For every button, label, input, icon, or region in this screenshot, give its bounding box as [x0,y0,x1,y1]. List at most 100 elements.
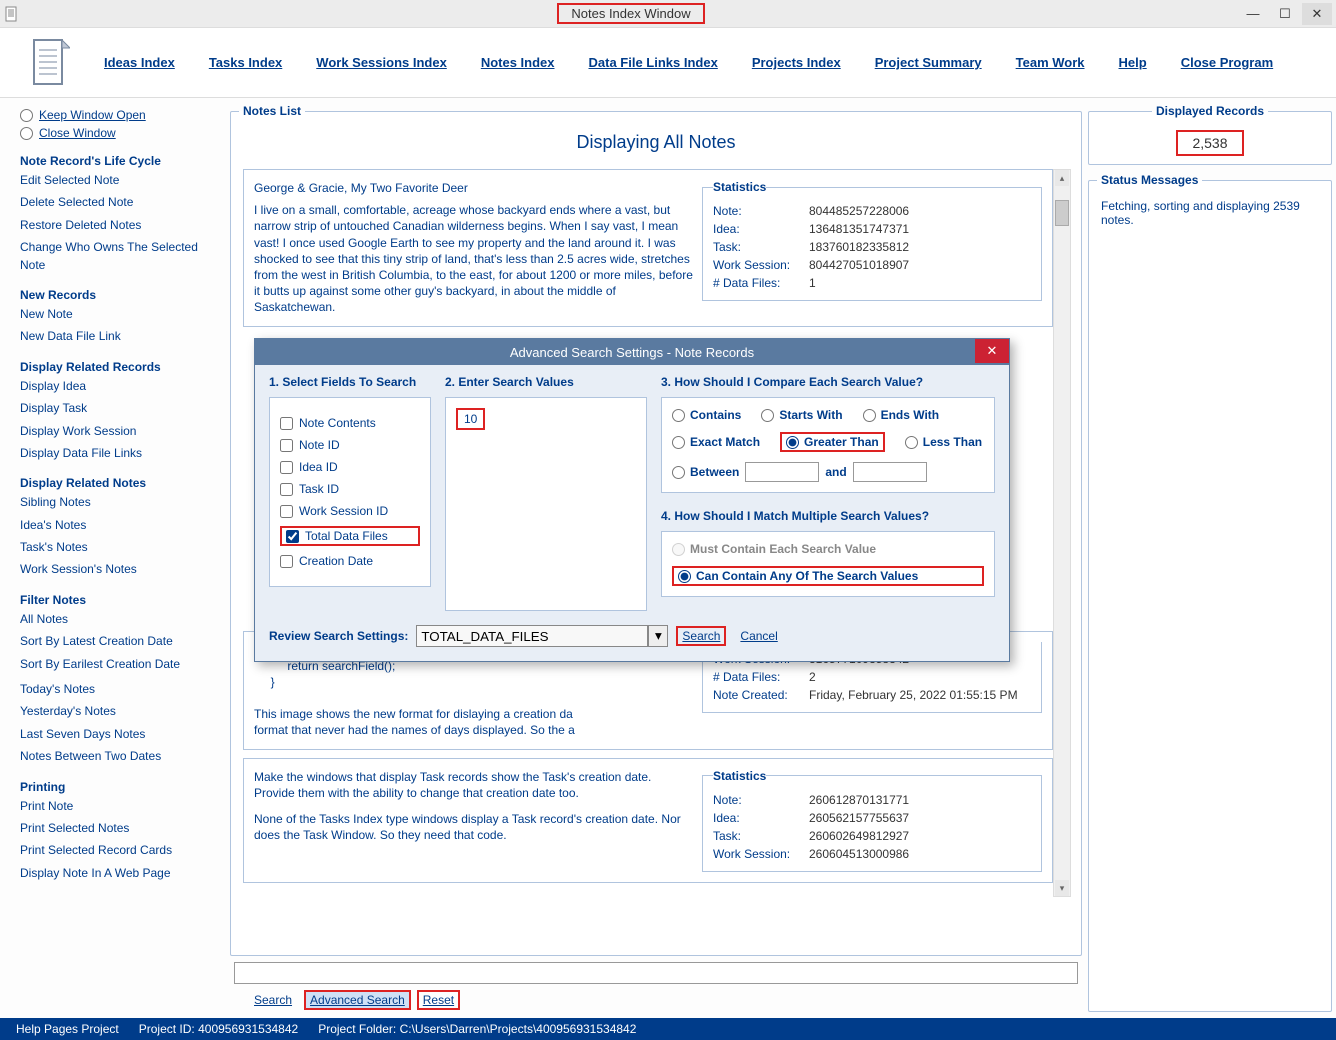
radio-between[interactable]: Between [672,465,739,479]
notes-heading: Displaying All Notes [239,132,1073,153]
chk-note-id[interactable]: Note ID [280,438,420,452]
link-print-selected-notes[interactable]: Print Selected Notes [20,820,218,837]
link-sibling-notes[interactable]: Sibling Notes [20,494,218,511]
between-from-input[interactable] [745,462,819,482]
footer-help[interactable]: Help Pages Project [16,1022,119,1036]
link-tasks-notes[interactable]: Task's Notes [20,539,218,556]
nav-close-program[interactable]: Close Program [1181,55,1273,70]
link-print-selected-record-cards[interactable]: Print Selected Record Cards [20,842,218,859]
chk-task-id[interactable]: Task ID [280,482,420,496]
quick-search-input[interactable] [234,962,1078,984]
radio-greater-than[interactable]: Greater Than [780,432,885,452]
footer-project-folder: C:\Users\Darren\Projects\400956931534842 [400,1022,637,1036]
advanced-search-dialog: Advanced Search Settings - Note Records … [254,338,1010,662]
chk-total-data-files[interactable]: Total Data Files [280,526,420,546]
nav-notes-index[interactable]: Notes Index [481,55,555,70]
status-messages-box: Status Messages Fetching, sorting and di… [1088,173,1332,1012]
link-edit-selected-note[interactable]: Edit Selected Note [20,172,218,189]
link-display-task[interactable]: Display Task [20,400,218,417]
search-value[interactable]: 10 [456,408,485,430]
chk-creation-date[interactable]: Creation Date [280,554,420,568]
link-display-idea[interactable]: Display Idea [20,378,218,395]
maximize-button[interactable]: ☐ [1270,3,1300,25]
radio-contains[interactable]: Contains [672,408,741,422]
nav-tasks-index[interactable]: Tasks Index [209,55,282,70]
between-to-input[interactable] [853,462,927,482]
dialog-cancel-button[interactable]: Cancel [734,627,783,645]
radio-must-contain-each: Must Contain Each Search Value [672,542,984,556]
chk-idea-id[interactable]: Idea ID [280,460,420,474]
link-display-note-in-web-page[interactable]: Display Note In A Web Page [20,865,218,882]
radio-starts-with[interactable]: Starts With [761,408,842,422]
radio-ends-with[interactable]: Ends With [863,408,940,422]
status-footer: Help Pages Project Project ID: 400956931… [0,1018,1336,1040]
window-title: Notes Index Window [557,3,704,24]
section-select-fields: 1. Select Fields To Search [269,375,431,389]
dialog-search-button[interactable]: Search [676,626,726,646]
notes-list-legend: Notes List [239,104,305,118]
link-new-note[interactable]: New Note [20,306,218,323]
close-window-radio[interactable]: Close Window [20,126,218,140]
app-menubar: Ideas Index Tasks Index Work Sessions In… [0,28,1336,98]
sidebar: Keep Window Open Close Window Note Recor… [0,98,224,1018]
link-display-work-session[interactable]: Display Work Session [20,423,218,440]
link-work-sessions-notes[interactable]: Work Session's Notes [20,561,218,578]
link-yesterdays-notes[interactable]: Yesterday's Notes [20,703,218,720]
footer-project-id: 400956931534842 [198,1022,298,1036]
note-card[interactable]: George & Gracie, My Two Favorite Deer I … [243,169,1053,327]
review-label: Review Search Settings: [269,629,408,643]
link-todays-notes[interactable]: Today's Notes [20,681,218,698]
section-match-multiple: 4. How Should I Match Multiple Search Va… [661,509,995,523]
stats-legend: Statistics [713,769,766,783]
section-printing: Printing [20,780,218,794]
review-settings-dropdown-button[interactable]: ▾ [648,625,668,647]
section-enter-values: 2. Enter Search Values [445,375,647,389]
nav-team-work[interactable]: Team Work [1016,55,1085,70]
close-window-button[interactable]: ✕ [1302,3,1332,25]
displayed-records-box: Displayed Records 2,538 [1088,104,1332,165]
review-settings-combo[interactable] [416,625,648,647]
chk-work-session-id[interactable]: Work Session ID [280,504,420,518]
link-ideas-notes[interactable]: Idea's Notes [20,517,218,534]
section-new-records: New Records [20,288,218,302]
radio-less-than[interactable]: Less Than [905,432,982,452]
nav-data-file-links-index[interactable]: Data File Links Index [589,55,718,70]
nav-ideas-index[interactable]: Ideas Index [104,55,175,70]
link-all-notes[interactable]: All Notes [20,611,218,628]
nav-projects-index[interactable]: Projects Index [752,55,841,70]
link-sort-latest[interactable]: Sort By Latest Creation Date [20,633,218,650]
dialog-titlebar: Advanced Search Settings - Note Records … [255,339,1009,365]
radio-exact-match[interactable]: Exact Match [672,432,760,452]
link-restore-deleted-notes[interactable]: Restore Deleted Notes [20,217,218,234]
link-delete-selected-note[interactable]: Delete Selected Note [20,194,218,211]
link-display-data-file-links[interactable]: Display Data File Links [20,445,218,462]
section-compare: 3. How Should I Compare Each Search Valu… [661,375,995,389]
link-print-note[interactable]: Print Note [20,798,218,815]
link-notes-between-dates[interactable]: Notes Between Two Dates [20,748,218,765]
reset-button[interactable]: Reset [417,990,460,1010]
link-last-seven-days[interactable]: Last Seven Days Notes [20,726,218,743]
radio-can-contain-any[interactable]: Can Contain Any Of The Search Values [672,566,984,586]
link-new-data-file-link[interactable]: New Data File Link [20,328,218,345]
section-lifecycle: Note Record's Life Cycle [20,154,218,168]
note-card[interactable]: Make the windows that display Task recor… [243,758,1053,883]
keep-window-open-radio[interactable]: Keep Window Open [20,108,218,122]
nav-project-summary[interactable]: Project Summary [875,55,982,70]
displayed-records-value: 2,538 [1176,130,1243,156]
search-button[interactable]: Search [248,991,298,1009]
section-filter-notes: Filter Notes [20,593,218,607]
nav-help[interactable]: Help [1119,55,1147,70]
status-message: Fetching, sorting and displaying 2539 no… [1097,195,1323,231]
nav-work-sessions-index[interactable]: Work Sessions Index [316,55,447,70]
minimize-button[interactable]: — [1238,3,1268,25]
notes-scrollbar[interactable]: ▴▾ [1053,169,1071,897]
chk-note-contents[interactable]: Note Contents [280,416,420,430]
note-title: George & Gracie, My Two Favorite Deer [254,180,694,196]
section-display-related-records: Display Related Records [20,360,218,374]
link-change-owner[interactable]: Change Who Owns The Selected Note [20,239,218,274]
note-body: None of the Tasks Index type windows dis… [254,811,694,843]
link-sort-earliest[interactable]: Sort By Earilest Creation Date [20,656,218,673]
advanced-search-button[interactable]: Advanced Search [304,990,411,1010]
dialog-close-button[interactable]: ✕ [975,339,1009,363]
stats-legend: Statistics [713,180,766,194]
